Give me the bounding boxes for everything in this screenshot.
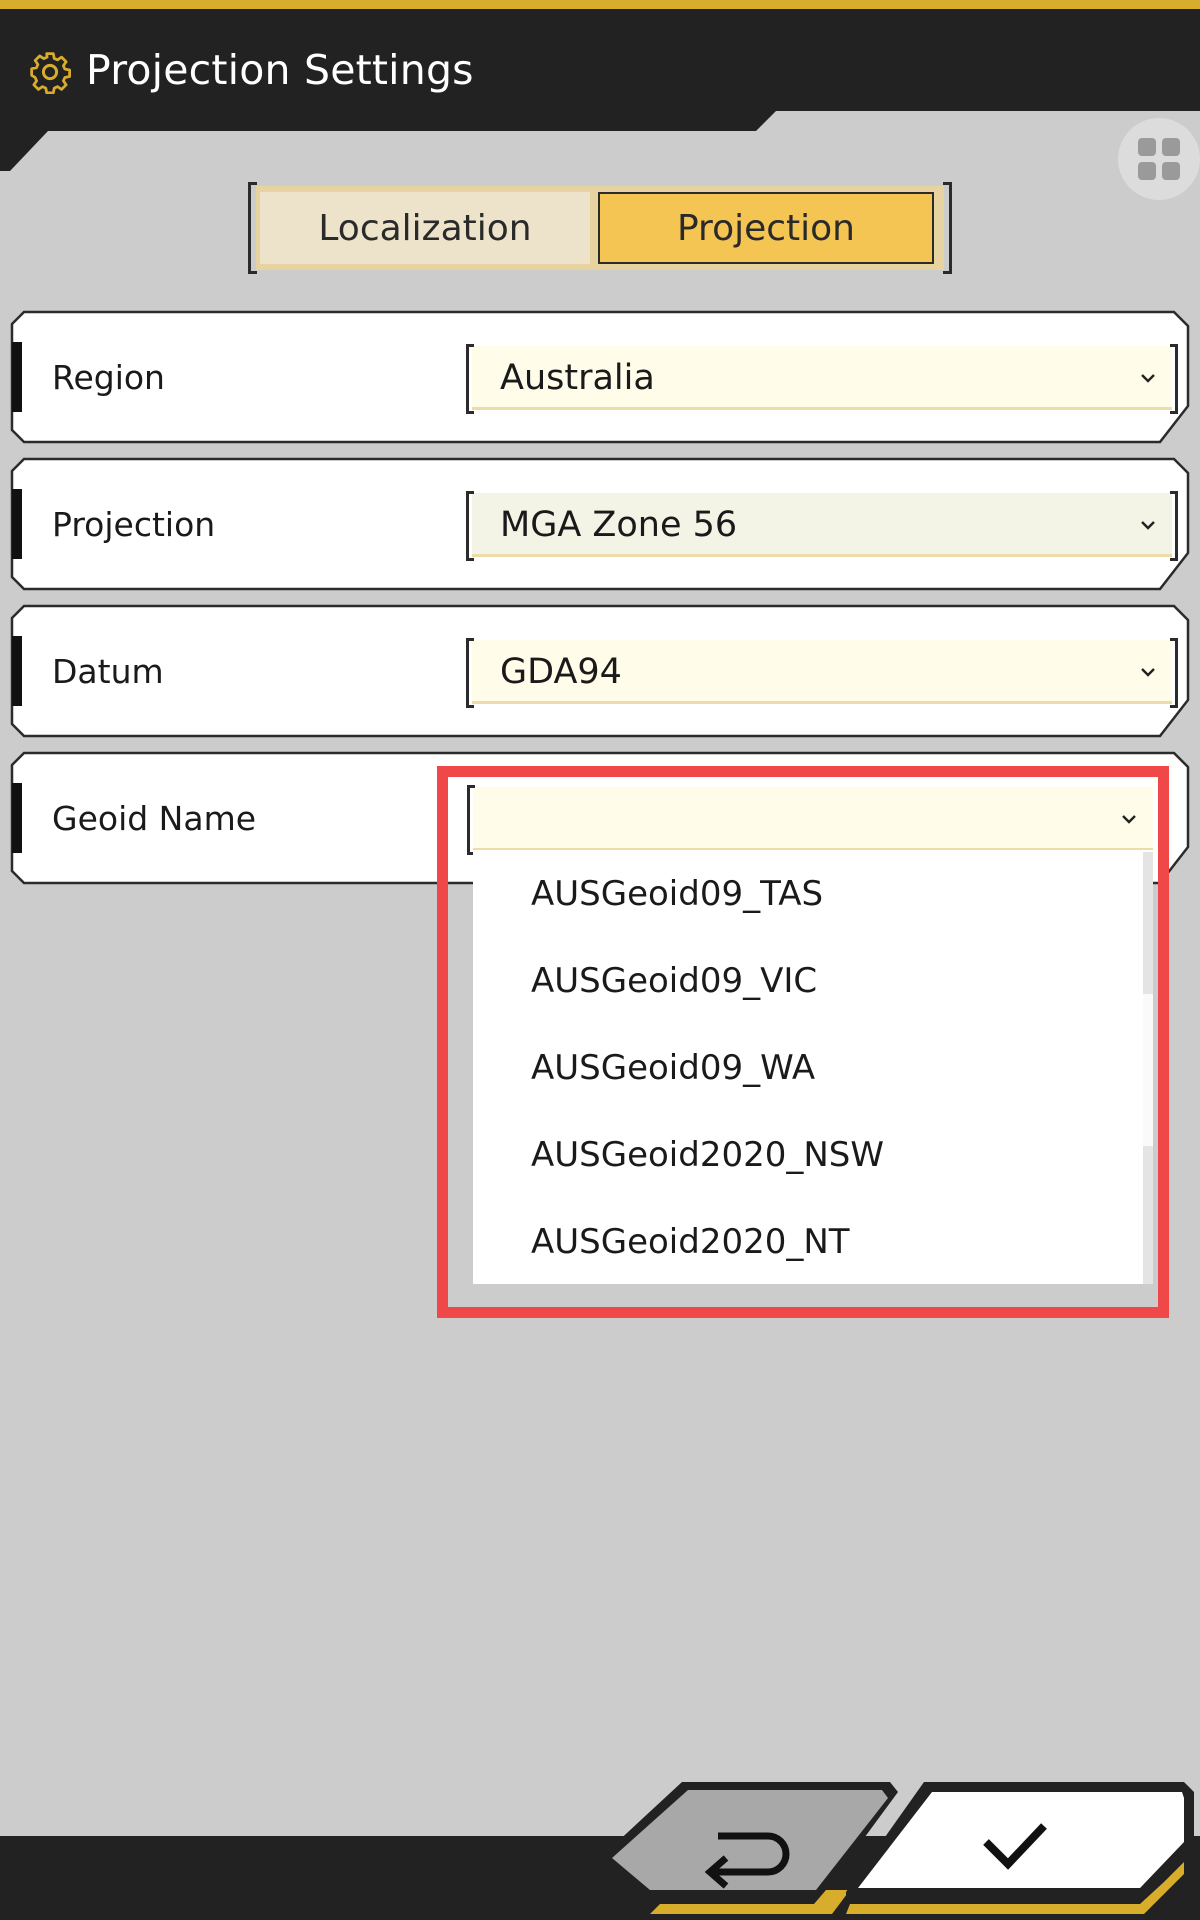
app-header: Projection Settings bbox=[0, 0, 1200, 175]
chevron-down-icon bbox=[1122, 815, 1136, 824]
geoid-option[interactable]: AUSGeoid09_WA bbox=[531, 1024, 815, 1111]
projection-value: MGA Zone 56 bbox=[500, 505, 738, 545]
select-bracket-left bbox=[466, 491, 474, 561]
datum-select[interactable]: GDA94 bbox=[466, 638, 1178, 708]
tab-projection[interactable]: Projection bbox=[598, 192, 934, 264]
chevron-down-icon bbox=[1141, 521, 1155, 530]
confirm-button[interactable] bbox=[846, 1780, 1200, 1920]
geoid-dropdown-list: AUSGeoid09_TAS AUSGeoid09_VIC AUSGeoid09… bbox=[473, 850, 1153, 1284]
geoid-select[interactable] bbox=[467, 785, 1153, 855]
geoid-option[interactable]: AUSGeoid09_VIC bbox=[531, 937, 817, 1024]
row-accent-bar bbox=[12, 342, 22, 412]
projection-label: Projection bbox=[52, 504, 216, 544]
datum-row: Datum GDA94 bbox=[10, 604, 1190, 738]
geoid-option[interactable]: AUSGeoid09_TAS bbox=[531, 850, 823, 937]
select-bracket-left bbox=[466, 638, 474, 708]
dropdown-scrollbar-thumb[interactable] bbox=[1143, 994, 1153, 1146]
select-bracket-right bbox=[1170, 491, 1178, 561]
datum-label: Datum bbox=[52, 651, 164, 691]
page-title: Projection Settings bbox=[86, 46, 474, 94]
apps-button[interactable] bbox=[1118, 118, 1200, 200]
datum-value: GDA94 bbox=[500, 652, 622, 692]
projection-select[interactable]: MGA Zone 56 bbox=[466, 491, 1178, 561]
region-row: Region Australia bbox=[10, 310, 1190, 444]
select-bracket-right bbox=[1170, 344, 1178, 414]
row-accent-bar bbox=[12, 783, 22, 853]
region-select[interactable]: Australia bbox=[466, 344, 1178, 414]
row-accent-bar bbox=[12, 636, 22, 706]
chevron-down-icon bbox=[1141, 374, 1155, 383]
geoid-option[interactable]: AUSGeoid2020_NSW bbox=[531, 1111, 884, 1198]
region-label: Region bbox=[52, 357, 165, 397]
confirm-button-shape bbox=[846, 1782, 1194, 1914]
grid-icon bbox=[1138, 138, 1180, 180]
chevron-down-icon bbox=[1141, 668, 1155, 677]
gear-icon bbox=[30, 52, 71, 94]
region-value: Australia bbox=[500, 358, 655, 398]
tab-localization[interactable]: Localization bbox=[260, 192, 590, 264]
footer-bar bbox=[0, 1780, 1200, 1920]
mode-segmented-control: Localization Projection bbox=[248, 182, 952, 274]
select-bracket-left bbox=[467, 785, 475, 855]
segment-bracket-right bbox=[943, 182, 952, 274]
geoid-label: Geoid Name bbox=[52, 798, 257, 838]
projection-row: Projection MGA Zone 56 bbox=[10, 457, 1190, 591]
geoid-option[interactable]: AUSGeoid2020_NT bbox=[531, 1198, 850, 1285]
select-bracket-right bbox=[1170, 638, 1178, 708]
select-bracket-left bbox=[466, 344, 474, 414]
row-accent-bar bbox=[12, 489, 22, 559]
